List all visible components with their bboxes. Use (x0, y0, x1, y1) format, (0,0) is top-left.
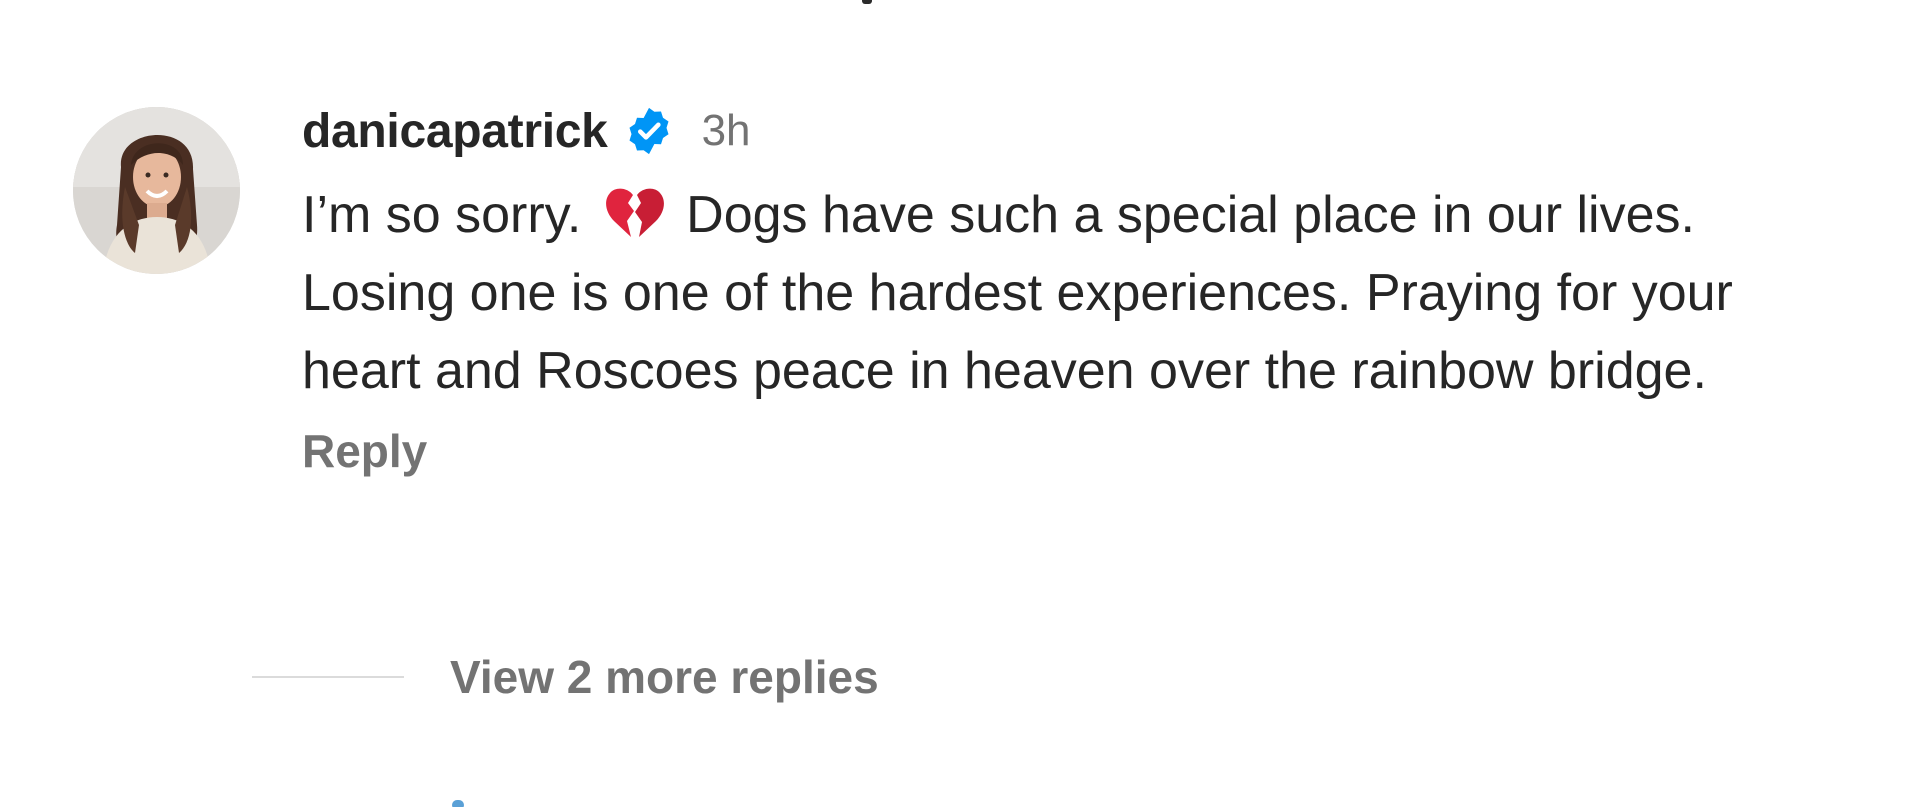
comment-text: I’m so sorry. Dogs have such a special p… (302, 176, 1862, 410)
broken-heart-icon (604, 185, 666, 239)
verified-badge-icon (624, 106, 674, 156)
cropped-element-bottom (452, 800, 464, 807)
replies-divider (252, 676, 404, 678)
view-replies-row[interactable]: View 2 more replies (252, 650, 879, 704)
comment-body: danicapatrick 3h I’m so sorry. Dogs have… (302, 96, 1862, 478)
avatar[interactable] (73, 107, 240, 274)
comment-screen: danicapatrick 3h I’m so sorry. Dogs have… (0, 0, 1920, 807)
profile-photo (73, 107, 240, 274)
comment-text-part-1: I’m so sorry. (302, 186, 596, 244)
cropped-element-top (862, 0, 872, 4)
comment-timestamp: 3h (701, 106, 751, 155)
view-more-replies-button[interactable]: View 2 more replies (450, 650, 879, 704)
comment-header: danicapatrick 3h (302, 96, 1862, 166)
username-link[interactable]: danicapatrick (302, 104, 608, 159)
reply-button[interactable]: Reply (302, 424, 427, 478)
